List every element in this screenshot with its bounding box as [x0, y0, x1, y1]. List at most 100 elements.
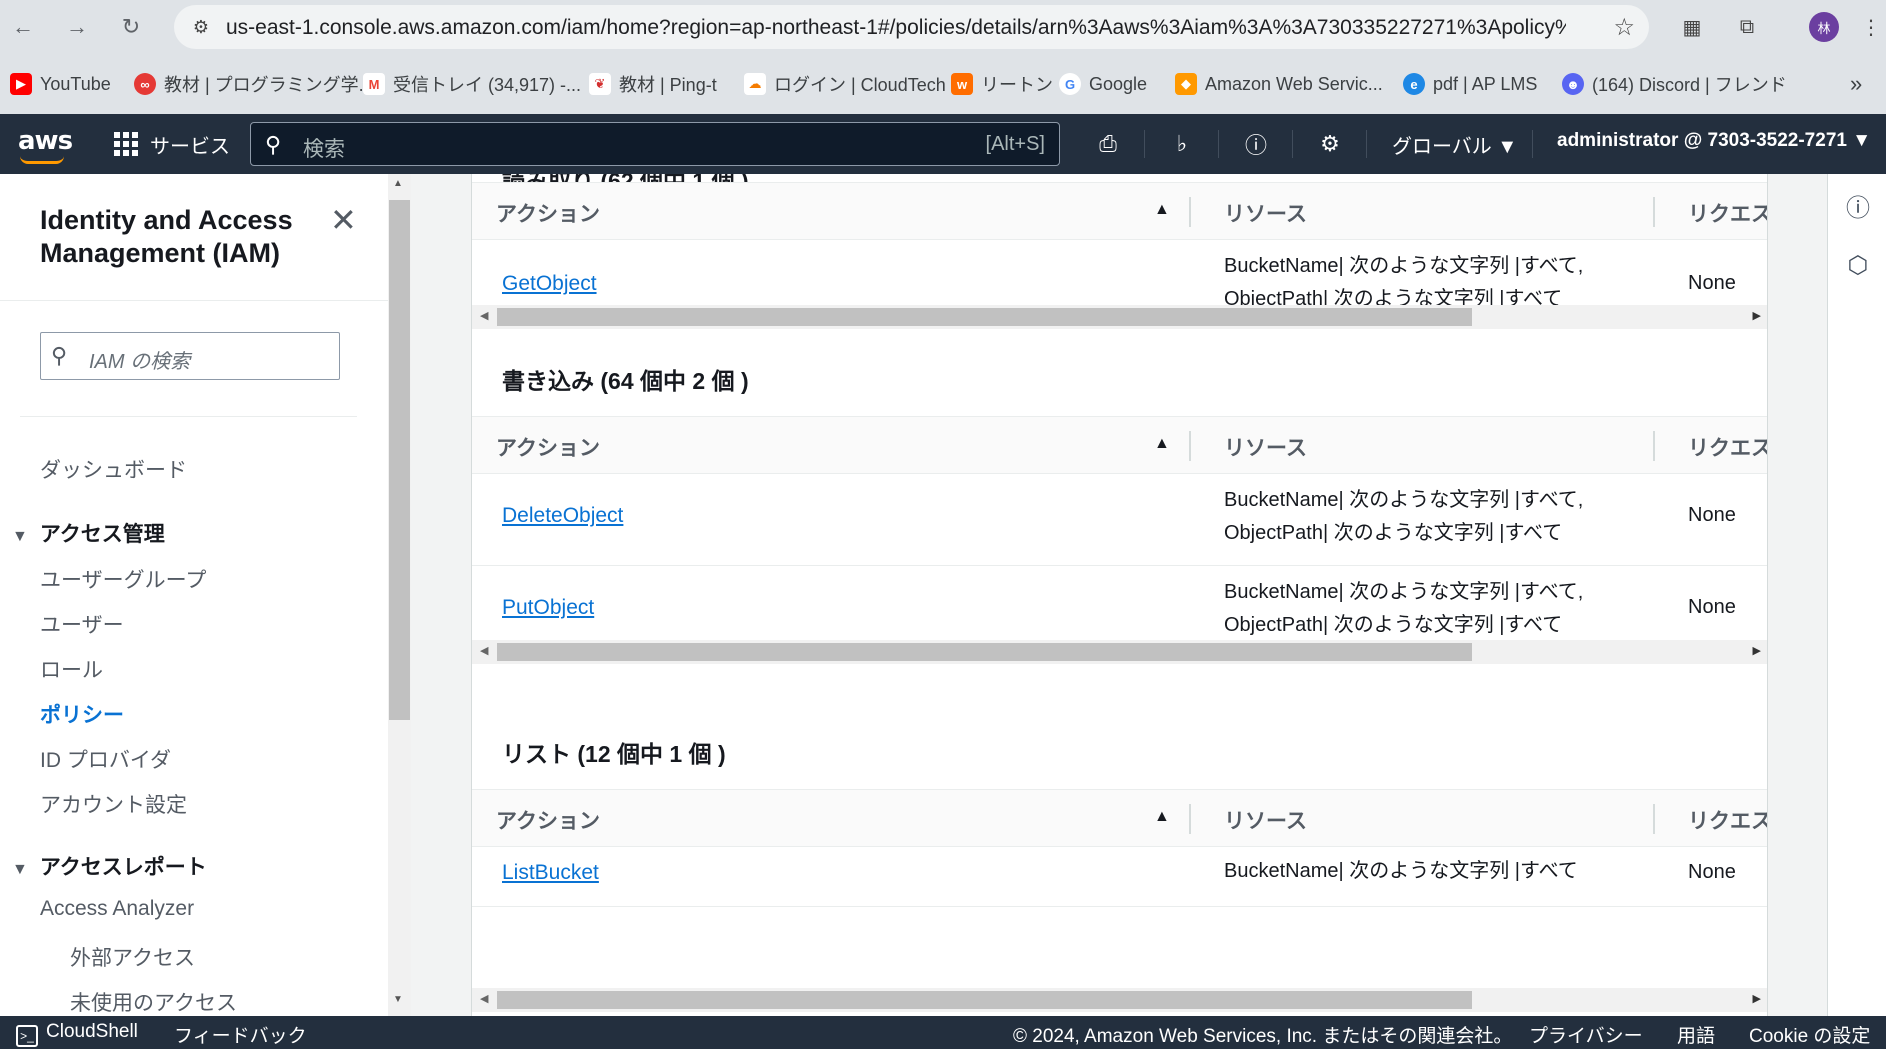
hexagon-feedback-icon[interactable]: ⬡	[1843, 250, 1873, 280]
nav-divider	[1292, 130, 1293, 158]
sidenav-scrollbar-thumb[interactable]	[389, 200, 410, 720]
services-button[interactable]: サービス	[114, 128, 230, 160]
aws-search-input[interactable]: ⚲ 検索 [Alt+S]	[250, 122, 1060, 166]
column-header-action[interactable]: アクション	[496, 198, 600, 228]
bookmark-google[interactable]: G Google	[1059, 70, 1147, 98]
scroll-left-arrow-icon[interactable]: ◀	[480, 992, 488, 1005]
help-icon[interactable]: ⓘ	[1240, 128, 1272, 160]
privacy-link[interactable]: プライバシー	[1529, 1021, 1643, 1048]
cookie-settings-link[interactable]: Cookie の設定	[1749, 1021, 1870, 1048]
forward-arrow-icon[interactable]: →	[60, 10, 94, 44]
scroll-left-arrow-icon[interactable]: ◀	[480, 644, 488, 657]
account-menu[interactable]: administrator @ 7303-3522-7271 ▼	[1557, 130, 1871, 152]
sidebar-item-policies[interactable]: ポリシー	[40, 699, 124, 729]
scroll-down-arrow-icon[interactable]: ▼	[393, 994, 403, 1005]
right-utility-rail: ⓘ ⬡	[1827, 174, 1886, 1016]
info-icon[interactable]: ⓘ	[1843, 190, 1873, 222]
discord-icon: ☻	[1562, 73, 1584, 95]
bookmark-star-icon[interactable]: ☆	[1613, 13, 1635, 42]
scroll-right-arrow-icon[interactable]: ▶	[1753, 309, 1761, 322]
bookmark-aplms[interactable]: e pdf | AP LMS	[1403, 70, 1537, 98]
bookmark-cloudtech[interactable]: ☁ ログイン | CloudTech	[744, 70, 946, 98]
sidebar-item-id-providers[interactable]: ID プロバイダ	[40, 744, 171, 774]
profile-avatar[interactable]: 林	[1809, 12, 1839, 42]
column-divider[interactable]	[1653, 197, 1655, 227]
iam-side-navigation: Identity and Access Management (IAM) ✕ ⚲…	[0, 174, 390, 1016]
back-arrow-icon[interactable]: ←	[6, 10, 40, 44]
scrollbar-thumb[interactable]	[497, 308, 1472, 326]
sidebar-item-dashboard[interactable]: ダッシュボード	[40, 454, 187, 484]
column-header-resource[interactable]: リソース	[1224, 805, 1307, 835]
sidebar-item-account-settings[interactable]: アカウント設定	[40, 789, 187, 819]
scroll-left-arrow-icon[interactable]: ◀	[480, 309, 488, 322]
close-icon[interactable]: ✕	[330, 204, 357, 236]
site-settings-icon[interactable]: ⚙	[188, 14, 214, 40]
section-access-reports[interactable]: ▼ アクセスレポート	[12, 851, 207, 881]
bookmark-programming[interactable]: ∞ 教材 | プログラミング学...	[134, 70, 374, 98]
browser-toolbar: ← → ↻ ⚙ us-east-1.console.aws.amazon.com…	[0, 0, 1886, 54]
column-header-resource[interactable]: リソース	[1224, 198, 1307, 228]
sort-ascending-icon[interactable]: ▲	[1154, 435, 1170, 453]
url-text[interactable]: us-east-1.console.aws.amazon.com/iam/hom…	[226, 16, 1566, 40]
sidebar-item-users[interactable]: ユーザー	[40, 609, 124, 639]
cloudshell-icon[interactable]: ⎙	[1092, 128, 1124, 160]
bookmark-youtube[interactable]: ▶ YouTube	[10, 70, 111, 98]
bookmark-pingt[interactable]: ❦ 教材 | Ping-t	[589, 70, 717, 98]
column-divider[interactable]	[1189, 804, 1191, 834]
bookmark-discord[interactable]: ☻ (164) Discord | フレンド	[1562, 70, 1787, 98]
column-divider[interactable]	[1653, 804, 1655, 834]
action-link-putobject[interactable]: PutObject	[502, 596, 594, 620]
action-link-listbucket[interactable]: ListBucket	[502, 861, 599, 885]
scroll-right-arrow-icon[interactable]: ▶	[1753, 992, 1761, 1005]
chrome-menu-icon[interactable]: ⋮	[1856, 12, 1886, 42]
bookmark-gmail[interactable]: M 受信トレイ (34,917) -...	[363, 70, 581, 98]
action-link-deleteobject[interactable]: DeleteObject	[502, 504, 623, 528]
column-divider[interactable]	[1189, 197, 1191, 227]
extensions-icon[interactable]: ⧉	[1732, 12, 1762, 42]
column-divider[interactable]	[1653, 431, 1655, 461]
bookmarks-overflow-icon[interactable]: »	[1850, 70, 1862, 98]
column-header-action[interactable]: アクション	[496, 805, 600, 835]
pingt-icon: ❦	[589, 73, 611, 95]
google-icon: G	[1059, 73, 1081, 95]
section-access-management[interactable]: ▼ アクセス管理	[12, 518, 165, 548]
table-header: アクション ▲ リソース リクエス	[472, 789, 1767, 847]
table-horizontal-scrollbar[interactable]: ◀ ▶	[472, 305, 1767, 329]
scrollbar-thumb[interactable]	[497, 643, 1472, 661]
region-selector[interactable]: グローバル ▼	[1392, 130, 1517, 159]
iam-search-input[interactable]: ⚲ IAM の検索	[40, 332, 340, 380]
bookmark-wrtn[interactable]: w リートン	[951, 70, 1053, 98]
column-header-request[interactable]: リクエス	[1688, 805, 1767, 835]
scroll-right-arrow-icon[interactable]: ▶	[1753, 644, 1761, 657]
sidebar-item-external-access[interactable]: 外部アクセス	[70, 942, 195, 972]
column-header-resource[interactable]: リソース	[1224, 432, 1307, 462]
settings-gear-icon[interactable]: ⚙	[1314, 128, 1346, 160]
sort-ascending-icon[interactable]: ▲	[1154, 201, 1170, 219]
address-bar[interactable]: ⚙ us-east-1.console.aws.amazon.com/iam/h…	[174, 5, 1649, 49]
terms-link[interactable]: 用語	[1677, 1021, 1715, 1048]
sidebar-item-access-analyzer[interactable]: Access Analyzer	[40, 897, 194, 921]
nav-divider	[1532, 130, 1533, 158]
sidebar-item-roles[interactable]: ロール	[40, 654, 103, 684]
cloudshell-button[interactable]: >_ CloudShell	[16, 1021, 138, 1047]
feedback-link[interactable]: フィードバック	[174, 1021, 307, 1048]
reload-icon[interactable]: ↻	[114, 10, 148, 44]
sort-ascending-icon[interactable]: ▲	[1154, 808, 1170, 826]
aws-logo[interactable]: aws	[18, 126, 73, 156]
sidebar-item-unused-access[interactable]: 未使用のアクセス	[70, 987, 237, 1016]
scroll-up-arrow-icon[interactable]: ▲	[393, 178, 403, 189]
column-header-action[interactable]: アクション	[496, 432, 600, 462]
scrollbar-thumb[interactable]	[497, 991, 1472, 1009]
table-horizontal-scrollbar[interactable]: ◀ ▶	[472, 988, 1767, 1012]
sidebar-item-user-groups[interactable]: ユーザーグループ	[40, 564, 206, 594]
qr-code-icon[interactable]: ▦	[1677, 12, 1707, 42]
action-link-getobject[interactable]: GetObject	[502, 272, 597, 296]
nav-divider	[1218, 130, 1219, 158]
table-horizontal-scrollbar[interactable]: ◀ ▶	[472, 640, 1767, 664]
column-divider[interactable]	[1189, 431, 1191, 461]
notifications-bell-icon[interactable]: ♭	[1166, 128, 1198, 160]
column-header-request[interactable]: リクエス	[1688, 198, 1767, 228]
bookmark-aws[interactable]: ◆ Amazon Web Servic...	[1175, 70, 1383, 98]
column-header-request[interactable]: リクエス	[1688, 432, 1767, 462]
search-icon: ⚲	[51, 343, 68, 368]
